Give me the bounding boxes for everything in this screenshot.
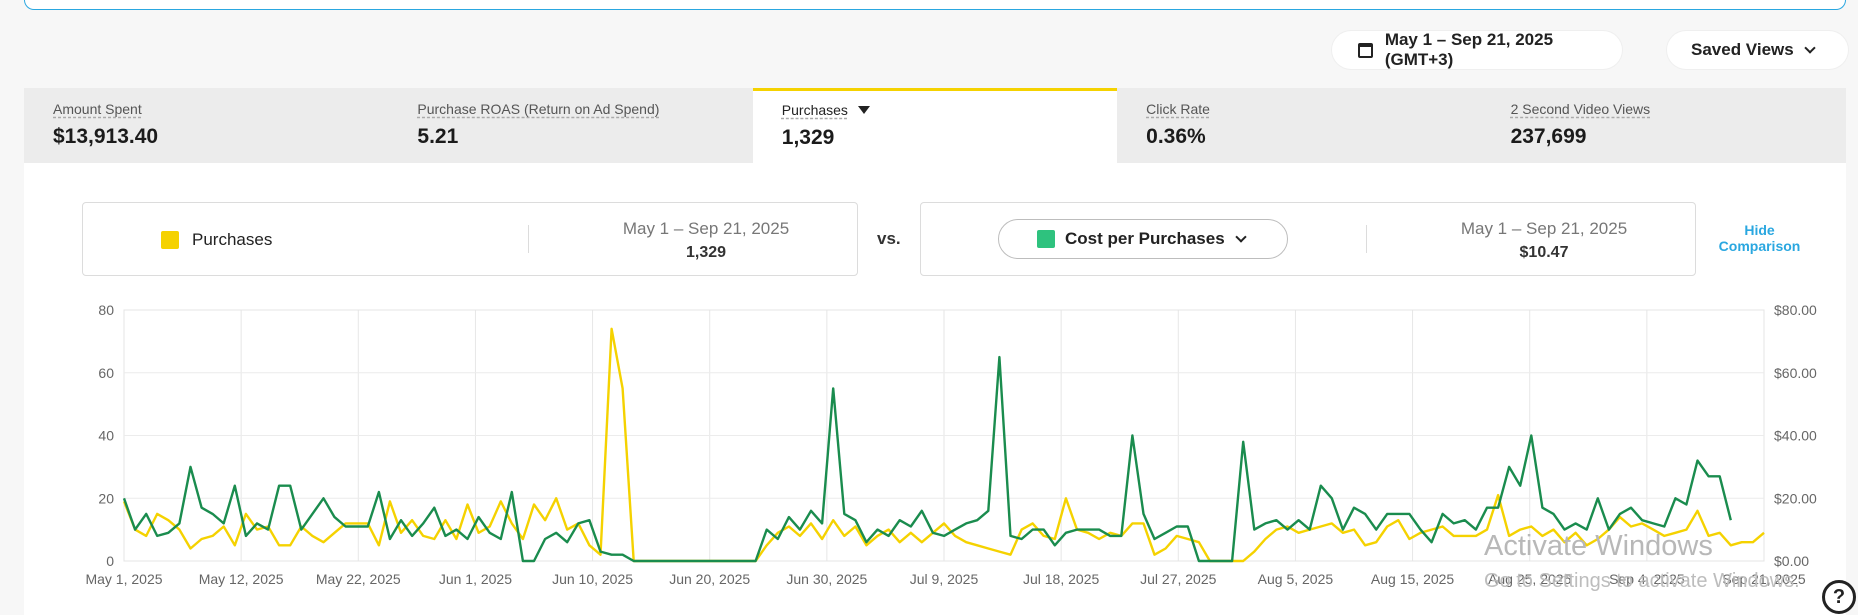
x-tick-label: Jun 10, 2025 <box>552 571 633 587</box>
x-tick-label: Jul 27, 2025 <box>1140 571 1216 587</box>
y-right-tick-label: $60.00 <box>1774 365 1817 381</box>
x-tick-label: Jun 1, 2025 <box>439 571 512 587</box>
help-icon[interactable]: ? <box>1822 580 1856 614</box>
y-left-tick-label: 60 <box>98 365 114 381</box>
comparison-line-chart: May 1, 2025 May 12, 2025 May 22, 2025 Jun 1… <box>85 302 1817 587</box>
activate-windows-subtitle: Go to Settings to activate Windows. <box>1484 570 1800 592</box>
x-tick-label: May 22, 2025 <box>316 571 401 587</box>
x-tick-label: May 1, 2025 <box>85 571 162 587</box>
y-left-tick-label: 80 <box>98 302 114 318</box>
y-right-tick-label: $0.00 <box>1774 553 1809 569</box>
y-left-tick-label: 20 <box>98 490 114 506</box>
y-right-tick-label: $80.00 <box>1774 302 1817 318</box>
x-tick-label: Jul 18, 2025 <box>1023 571 1099 587</box>
y-left-tick-label: 0 <box>106 553 114 569</box>
x-tick-label: Aug 5, 2025 <box>1258 571 1334 587</box>
x-tick-label: Jul 9, 2025 <box>910 571 979 587</box>
x-tick-label: Jun 20, 2025 <box>669 571 750 587</box>
x-tick-label: Aug 15, 2025 <box>1371 571 1455 587</box>
x-tick-label: May 12, 2025 <box>199 571 284 587</box>
x-tick-label: Jun 30, 2025 <box>786 571 867 587</box>
y-right-tick-label: $40.00 <box>1774 428 1817 444</box>
activate-windows-title: Activate Windows <box>1484 530 1713 562</box>
y-left-tick-label: 40 <box>98 428 114 444</box>
y-right-tick-label: $20.00 <box>1774 490 1817 506</box>
